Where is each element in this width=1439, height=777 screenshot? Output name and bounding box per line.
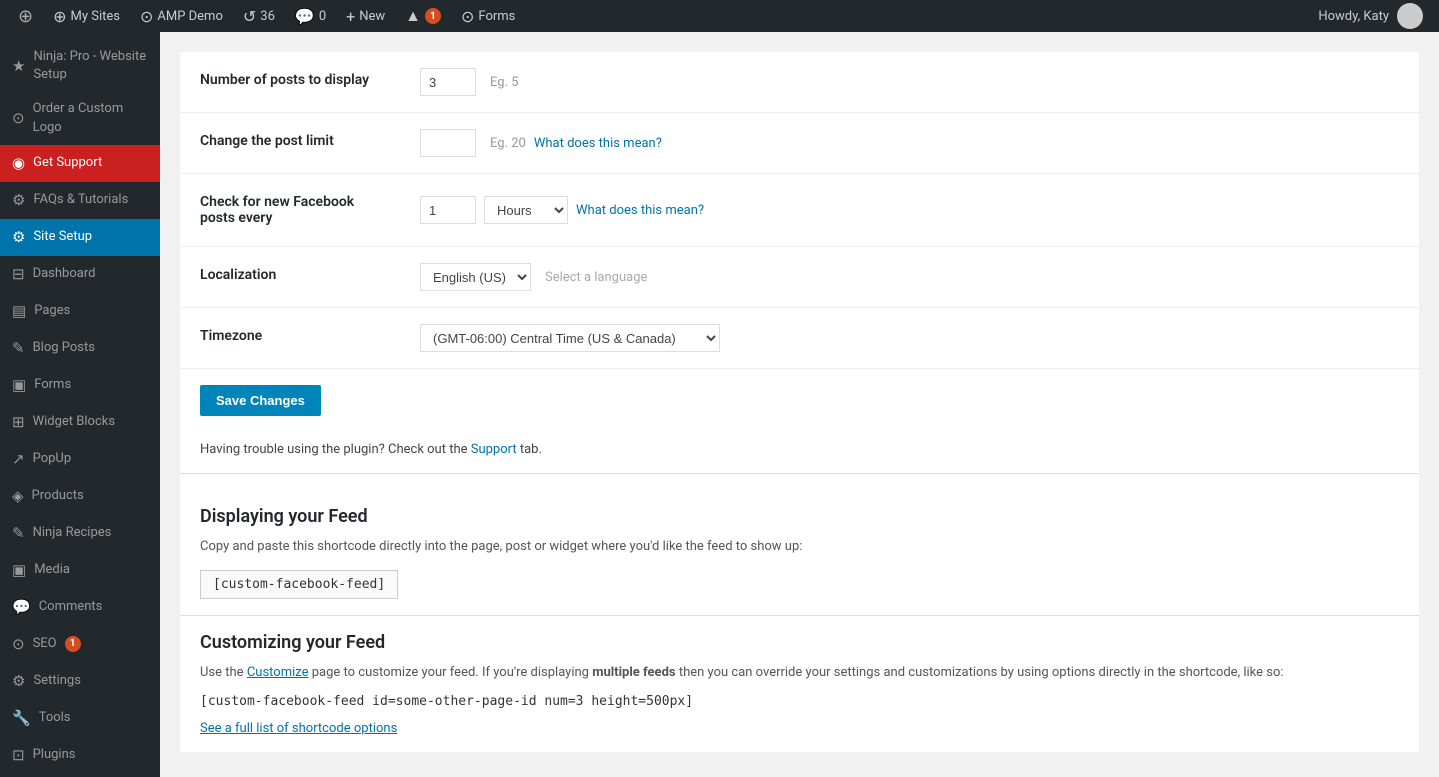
num-posts-row: Number of posts to display Eg. 5 <box>180 52 1419 113</box>
popup-icon: ↗ <box>12 449 25 470</box>
tools-icon: 🔧 <box>12 708 31 729</box>
trouble-prefix: Having trouble using the plugin? Check o… <box>200 442 468 457</box>
timezone-row: Timezone (GMT-06:00) Central Time (US & … <box>180 308 1419 369</box>
star-icon: ★ <box>12 56 25 77</box>
sidebar-item-ninja-pro[interactable]: ★ Ninja: Pro - Website Setup <box>0 40 160 92</box>
settings-panel: Number of posts to display Eg. 5 Change … <box>180 52 1419 752</box>
forms-icon: ▣ <box>12 375 26 396</box>
customize-desc-middle: page to customize your feed. If you're d… <box>312 665 589 680</box>
post-limit-input[interactable] <box>420 129 476 157</box>
setup-icon: ⚙ <box>12 227 25 248</box>
section-divider-1 <box>180 473 1419 474</box>
adminbar-my-sites[interactable]: ⊕ My Sites <box>43 0 130 32</box>
post-limit-eg: Eg. 20 <box>490 136 526 151</box>
adminbar-new[interactable]: + New <box>336 0 395 32</box>
blog-icon: ✎ <box>12 338 25 359</box>
customize-link[interactable]: Customize <box>247 665 309 680</box>
plugins-icon: ⊡ <box>12 745 25 766</box>
displaying-feed-section: Displaying your Feed Copy and paste this… <box>180 490 1419 615</box>
customizing-feed-desc: Use the Customize page to customize your… <box>200 663 1399 684</box>
timezone-select[interactable]: (GMT-06:00) Central Time (US & Canada) (… <box>420 324 720 352</box>
customize-desc-before: Use the <box>200 665 244 680</box>
sidebar-item-site-setup[interactable]: ⚙ Site Setup <box>0 219 160 256</box>
settings-form-table: Number of posts to display Eg. 5 Change … <box>180 52 1419 369</box>
num-posts-input[interactable] <box>420 68 476 96</box>
sidebar-item-media[interactable]: ▣ Media <box>0 552 160 589</box>
sidebar-item-order-logo[interactable]: ⊙ Order a Custom Logo <box>0 92 160 144</box>
localization-select[interactable]: English (US) Spanish French German <box>420 263 531 291</box>
customizing-feed-section: Customizing your Feed Use the Customize … <box>180 632 1419 752</box>
num-posts-eg: Eg. 5 <box>490 75 519 90</box>
sidebar-item-faqs[interactable]: ⚙ FAQs & Tutorials <box>0 182 160 219</box>
post-limit-link[interactable]: What does this mean? <box>534 136 662 151</box>
adminbar-user-greeting[interactable]: Howdy, Katy <box>1318 9 1389 24</box>
sidebar-item-get-support[interactable]: ◉ Get Support <box>0 145 160 182</box>
plugin-update-badge: 1 <box>425 8 441 24</box>
timezone-label: Timezone <box>200 328 262 344</box>
seo-badge: 1 <box>65 636 81 652</box>
sidebar-item-seo[interactable]: ⊙ SEO 1 <box>0 626 160 663</box>
seo-icon: ⊙ <box>12 634 25 655</box>
sidebar-item-plugins[interactable]: ⊡ Plugins <box>0 737 160 774</box>
sidebar-item-forms[interactable]: ▣ Forms <box>0 367 160 404</box>
check-interval-label: Check for new Facebook posts every <box>200 194 354 226</box>
sidebar-item-pages[interactable]: ▤ Pages <box>0 293 160 330</box>
adminbar-plugin-badge[interactable]: ▲ 1 <box>395 0 451 32</box>
sidebar-item-dashboard[interactable]: ⊟ Dashboard <box>0 256 160 293</box>
section-divider-2 <box>180 615 1419 616</box>
displaying-feed-title: Displaying your Feed <box>200 506 1399 527</box>
trouble-suffix: tab. <box>520 442 542 457</box>
sidebar-item-settings[interactable]: ⚙ Settings <box>0 663 160 700</box>
recipes-icon: ✎ <box>12 523 25 544</box>
full-list-link[interactable]: See a full list of shortcode options <box>200 721 397 736</box>
sidebar: ★ Ninja: Pro - Website Setup ⊙ Order a C… <box>0 32 160 777</box>
adminbar-amp-demo[interactable]: ⊙ AMP Demo <box>130 0 233 32</box>
faq-icon: ⚙ <box>12 190 25 211</box>
localization-label: Localization <box>200 267 276 283</box>
shortcode-example: [custom-facebook-feed id=some-other-page… <box>200 694 1399 709</box>
customize-desc-after: then you can override your settings and … <box>679 665 1284 680</box>
main-content: Number of posts to display Eg. 5 Change … <box>160 32 1439 777</box>
sidebar-item-products[interactable]: ◈ Products <box>0 478 160 515</box>
sidebar-item-ninja-recipes[interactable]: ✎ Ninja Recipes <box>0 515 160 552</box>
sidebar-item-blog-posts[interactable]: ✎ Blog Posts <box>0 330 160 367</box>
displaying-feed-desc: Copy and paste this shortcode directly i… <box>200 537 1399 558</box>
localization-row: Localization English (US) Spanish French… <box>180 247 1419 308</box>
trouble-text-block: Having trouble using the plugin? Check o… <box>180 432 1419 473</box>
comments-icon: 💬 <box>12 597 31 618</box>
customizing-feed-title: Customizing your Feed <box>200 632 1399 653</box>
logo-icon: ⊙ <box>12 108 25 129</box>
admin-bar: ⊕ ⊕ My Sites ⊙ AMP Demo ↺ 36 💬 0 + New ▲… <box>0 0 1439 32</box>
sidebar-item-widget-blocks[interactable]: ⊞ Widget Blocks <box>0 404 160 441</box>
sidebar-item-tools[interactable]: 🔧 Tools <box>0 700 160 737</box>
check-interval-row: Check for new Facebook posts every Hours… <box>180 174 1419 247</box>
adminbar-wp-logo[interactable]: ⊕ <box>8 0 43 32</box>
adminbar-comments[interactable]: 💬 0 <box>285 0 336 32</box>
sidebar-item-comments[interactable]: 💬 Comments <box>0 589 160 626</box>
settings-icon: ⚙ <box>12 671 25 692</box>
adminbar-forms[interactable]: ⊙ Forms <box>451 0 525 32</box>
dashboard-icon: ⊟ <box>12 264 25 285</box>
sidebar-item-popup[interactable]: ↗ PopUp <box>0 441 160 478</box>
check-interval-input[interactable] <box>420 196 476 224</box>
products-icon: ◈ <box>12 486 24 507</box>
post-limit-row: Change the post limit Eg. 20 What does t… <box>180 113 1419 174</box>
media-icon: ▣ <box>12 560 26 581</box>
check-interval-unit-select[interactable]: Hours Minutes Days <box>484 196 568 224</box>
save-changes-button[interactable]: Save Changes <box>200 385 321 416</box>
num-posts-label: Number of posts to display <box>200 72 369 88</box>
support-icon: ◉ <box>12 153 25 174</box>
shortcode-display[interactable]: [custom-facebook-feed] <box>200 570 398 599</box>
localization-hint: Select a language <box>545 270 647 285</box>
widgets-icon: ⊞ <box>12 412 25 433</box>
check-interval-link[interactable]: What does this mean? <box>576 203 704 218</box>
adminbar-revisions[interactable]: ↺ 36 <box>233 0 285 32</box>
post-limit-label: Change the post limit <box>200 133 334 149</box>
pages-icon: ▤ <box>12 301 26 322</box>
support-link[interactable]: Support <box>471 442 517 457</box>
adminbar-avatar <box>1397 3 1423 29</box>
customize-desc-bold: multiple feeds <box>592 665 675 680</box>
